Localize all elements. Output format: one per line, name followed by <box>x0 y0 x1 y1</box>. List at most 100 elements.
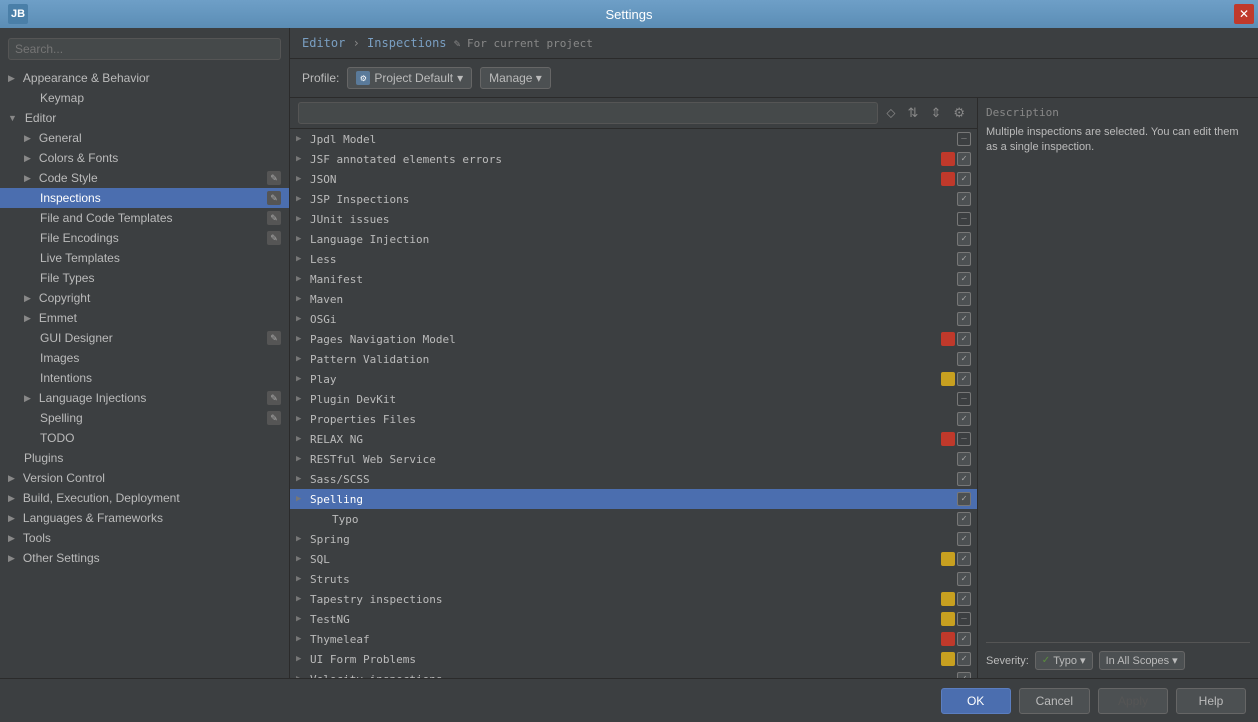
inspection-row[interactable]: Typo✓ <box>290 509 977 529</box>
profile-dropdown[interactable]: ⚙ Project Default ▾ <box>347 67 472 89</box>
sidebar-item-build-exec-deploy[interactable]: ▶Build, Execution, Deployment <box>0 488 289 508</box>
inspection-checkbox[interactable]: ✓ <box>957 592 971 606</box>
sidebar-item-version-control[interactable]: ▶Version Control <box>0 468 289 488</box>
cancel-button[interactable]: Cancel <box>1019 688 1090 714</box>
sidebar-item-code-style[interactable]: ▶Code Style✎ <box>0 168 289 188</box>
inspection-checkbox[interactable]: – <box>957 212 971 226</box>
inspection-checkbox[interactable]: – <box>957 612 971 626</box>
sidebar-edit-icon[interactable]: ✎ <box>267 391 281 405</box>
sidebar-item-file-types[interactable]: File Types <box>0 268 289 288</box>
sidebar-item-copyright[interactable]: ▶Copyright <box>0 288 289 308</box>
sidebar-item-todo[interactable]: TODO <box>0 428 289 448</box>
inspection-row[interactable]: ▶Thymeleaf✓ <box>290 629 977 649</box>
inspection-search[interactable] <box>298 102 878 124</box>
inspection-checkbox[interactable]: ✓ <box>957 472 971 486</box>
sidebar-item-colors-fonts[interactable]: ▶Colors & Fonts <box>0 148 289 168</box>
inspection-checkbox[interactable]: – <box>957 392 971 406</box>
sidebar-item-languages-frameworks[interactable]: ▶Languages & Frameworks <box>0 508 289 528</box>
inspection-row[interactable]: ▶Spelling✓→ <box>290 489 977 509</box>
ok-button[interactable]: OK <box>941 688 1011 714</box>
sidebar-item-gui-designer[interactable]: GUI Designer✎ <box>0 328 289 348</box>
inspection-row[interactable]: ▶Manifest✓ <box>290 269 977 289</box>
inspection-checkbox[interactable]: – <box>957 132 971 146</box>
inspection-row[interactable]: ▶Velocity inspections✓ <box>290 669 977 678</box>
inspection-row[interactable]: ▶Language Injection✓ <box>290 229 977 249</box>
sidebar-item-editor[interactable]: ▼Editor <box>0 108 289 128</box>
inspection-checkbox[interactable]: ✓ <box>957 492 971 506</box>
sidebar-item-general[interactable]: ▶General <box>0 128 289 148</box>
inspection-row[interactable]: ▶Maven✓ <box>290 289 977 309</box>
manage-button[interactable]: Manage ▾ <box>480 67 551 89</box>
inspection-checkbox[interactable]: ✓ <box>957 272 971 286</box>
sidebar-item-live-templates[interactable]: Live Templates <box>0 248 289 268</box>
inspection-row[interactable]: ▶Pages Navigation Model✓ <box>290 329 977 349</box>
inspection-checkbox[interactable]: ✓ <box>957 232 971 246</box>
inspection-row[interactable]: ▶Sass/SCSS✓ <box>290 469 977 489</box>
close-button[interactable]: ✕ <box>1234 4 1254 24</box>
inspection-row[interactable]: ▶SQL✓ <box>290 549 977 569</box>
inspection-checkbox[interactable]: ✓ <box>957 152 971 166</box>
sidebar-item-intentions[interactable]: Intentions <box>0 368 289 388</box>
sidebar-edit-icon[interactable]: ✎ <box>267 171 281 185</box>
sidebar-item-images[interactable]: Images <box>0 348 289 368</box>
sidebar-edit-icon[interactable]: ✎ <box>267 191 281 205</box>
inspection-checkbox[interactable]: ✓ <box>957 192 971 206</box>
inspection-row[interactable]: ▶JSP Inspections✓ <box>290 189 977 209</box>
sidebar-item-appearance[interactable]: ▶Appearance & Behavior <box>0 68 289 88</box>
inspection-checkbox[interactable]: ✓ <box>957 292 971 306</box>
help-button[interactable]: Help <box>1176 688 1246 714</box>
inspection-row[interactable]: ▶Spring✓ <box>290 529 977 549</box>
inspection-row[interactable]: ▶UI Form Problems✓ <box>290 649 977 669</box>
inspection-row[interactable]: ▶Less✓ <box>290 249 977 269</box>
inspection-checkbox[interactable]: ✓ <box>957 552 971 566</box>
inspection-checkbox[interactable]: ✓ <box>957 172 971 186</box>
inspection-row[interactable]: ▶Tapestry inspections✓ <box>290 589 977 609</box>
inspection-row[interactable]: ▶OSGi✓ <box>290 309 977 329</box>
inspection-checkbox[interactable]: ✓ <box>957 312 971 326</box>
inspection-row[interactable]: ▶Jpdl Model– <box>290 129 977 149</box>
inspection-checkbox[interactable]: ✓ <box>957 532 971 546</box>
sidebar-item-emmet[interactable]: ▶Emmet <box>0 308 289 328</box>
inspection-checkbox[interactable]: ✓ <box>957 512 971 526</box>
expand-button[interactable]: ⇕ <box>926 103 945 123</box>
sidebar-search[interactable] <box>8 38 281 60</box>
inspection-row[interactable]: ▶TestNG– <box>290 609 977 629</box>
severity-dropdown[interactable]: ✓ Typo ▾ <box>1035 651 1093 670</box>
inspection-checkbox[interactable]: ✓ <box>957 352 971 366</box>
sidebar-item-file-code-templates[interactable]: File and Code Templates✎ <box>0 208 289 228</box>
inspection-row[interactable]: ▶Play✓ <box>290 369 977 389</box>
sidebar-item-file-encodings[interactable]: File Encodings✎ <box>0 228 289 248</box>
sidebar-item-keymap[interactable]: Keymap <box>0 88 289 108</box>
inspection-checkbox[interactable]: ✓ <box>957 372 971 386</box>
sidebar-edit-icon[interactable]: ✎ <box>267 211 281 225</box>
inspection-checkbox[interactable]: ✓ <box>957 572 971 586</box>
sidebar-item-other-settings[interactable]: ▶Other Settings <box>0 548 289 568</box>
sort-button[interactable]: ⇅ <box>904 103 923 123</box>
apply-button[interactable]: Apply <box>1098 688 1168 714</box>
inspection-checkbox[interactable]: ✓ <box>957 452 971 466</box>
sidebar-edit-icon[interactable]: ✎ <box>267 231 281 245</box>
inspection-checkbox[interactable]: ✓ <box>957 332 971 346</box>
inspection-row[interactable]: ▶JSF annotated elements errors✓ <box>290 149 977 169</box>
settings-button[interactable]: ⚙ <box>949 103 969 123</box>
sidebar-edit-icon[interactable]: ✎ <box>267 411 281 425</box>
inspection-checkbox[interactable]: ✓ <box>957 652 971 666</box>
sidebar-edit-icon[interactable]: ✎ <box>267 331 281 345</box>
inspection-checkbox[interactable]: ✓ <box>957 632 971 646</box>
scope-dropdown[interactable]: In All Scopes ▾ <box>1099 651 1185 670</box>
sidebar-item-spelling[interactable]: Spelling✎ <box>0 408 289 428</box>
inspection-row[interactable]: ▶Properties Files✓ <box>290 409 977 429</box>
inspection-row[interactable]: ▶RESTful Web Service✓ <box>290 449 977 469</box>
filter-button[interactable]: ⬦ <box>882 103 899 123</box>
sidebar-item-language-injections[interactable]: ▶Language Injections✎ <box>0 388 289 408</box>
sidebar-item-tools[interactable]: ▶Tools <box>0 528 289 548</box>
sidebar-item-plugins[interactable]: Plugins <box>0 448 289 468</box>
inspection-checkbox[interactable]: – <box>957 432 971 446</box>
inspection-row[interactable]: ▶Plugin DevKit– <box>290 389 977 409</box>
inspection-row[interactable]: ▶JUnit issues– <box>290 209 977 229</box>
inspection-row[interactable]: ▶RELAX NG– <box>290 429 977 449</box>
inspection-checkbox[interactable]: ✓ <box>957 672 971 678</box>
inspection-checkbox[interactable]: ✓ <box>957 252 971 266</box>
inspection-row[interactable]: ▶Struts✓ <box>290 569 977 589</box>
inspection-checkbox[interactable]: ✓ <box>957 412 971 426</box>
